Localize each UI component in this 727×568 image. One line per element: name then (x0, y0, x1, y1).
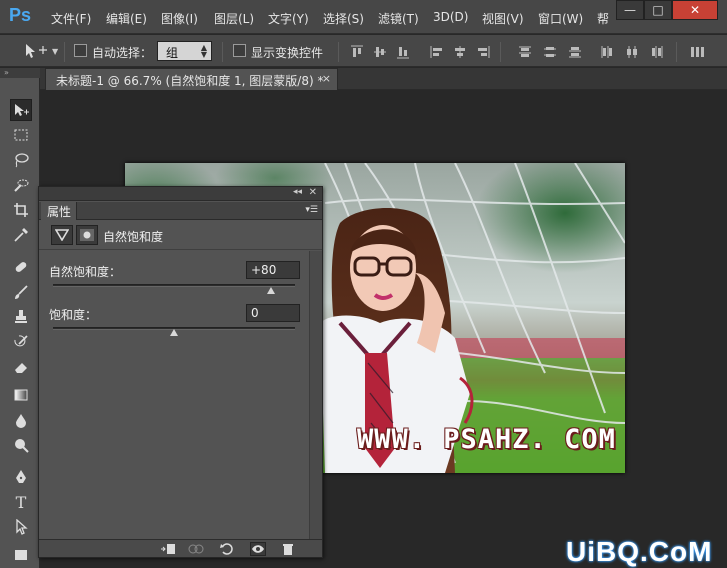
panel-footer (39, 539, 322, 557)
crop-tool-icon[interactable] (10, 199, 32, 221)
tab-properties[interactable]: 属性 (41, 202, 77, 220)
menu-select[interactable]: 选择(S) (323, 10, 364, 27)
adjustment-title: 自然饱和度 (103, 230, 164, 244)
align-bottom-icon[interactable] (396, 45, 410, 59)
vibrance-input[interactable]: +80 (246, 261, 300, 279)
auto-select-dropdown[interactable]: 组 ▲ ▼ (157, 41, 212, 61)
align-top-icon[interactable] (350, 45, 364, 59)
distribute-bottom-icon[interactable] (568, 45, 582, 59)
align-hcenter-icon[interactable] (453, 45, 467, 59)
minimize-button[interactable]: — (616, 0, 644, 20)
align-left-icon[interactable] (430, 45, 444, 59)
divider (500, 42, 501, 62)
adjustment-header: 自然饱和度 (39, 220, 322, 250)
divider (64, 42, 65, 62)
pen-tool-icon[interactable] (10, 466, 32, 488)
properties-panel: ◂◂ ✕ 属性 ▾☰ 自然饱和度 自然饱和度： +80 饱和度： 0 (38, 186, 323, 558)
options-bar: ▼ 自动选择： 组 ▲ ▼ 显示变换控件 (0, 35, 727, 67)
tool-preset-chevron-icon[interactable]: ▼ (52, 47, 58, 56)
quick-select-tool-icon[interactable] (10, 174, 32, 196)
eyedropper-tool-icon[interactable] (10, 224, 32, 246)
menu-help[interactable]: 帮 (597, 10, 609, 27)
panel-menu-icon[interactable]: ▾☰ (305, 205, 318, 215)
close-button[interactable]: ✕ (672, 0, 718, 20)
document-tab-title: 未标题-1 @ 66.7% (自然饱和度 1, 图层蒙版/8) * (56, 74, 324, 88)
clip-to-layer-icon[interactable] (160, 542, 176, 556)
vibrance-adjustment-icon (51, 225, 73, 245)
menu-filter[interactable]: 滤镜(T) (378, 10, 419, 27)
move-tool-icon[interactable] (10, 99, 32, 121)
auto-align-icon[interactable] (690, 45, 704, 59)
lasso-tool-icon[interactable] (10, 149, 32, 171)
align-vcenter-icon[interactable] (373, 45, 387, 59)
saturation-label: 饱和度： (49, 308, 98, 322)
menu-type[interactable]: 文字(Y) (268, 10, 309, 27)
align-right-icon[interactable] (476, 45, 490, 59)
move-tool-icon[interactable] (22, 41, 52, 61)
show-transform-checkbox[interactable] (233, 44, 246, 57)
menu-file[interactable]: 文件(F) (51, 10, 91, 27)
layer-mask-icon[interactable] (76, 225, 98, 245)
marquee-tool-icon[interactable] (10, 124, 32, 146)
app-logo: Ps (9, 5, 32, 25)
history-brush-tool-icon[interactable] (10, 331, 32, 353)
collapse-panel-icon[interactable]: ◂◂ (293, 187, 302, 197)
view-previous-state-icon[interactable] (188, 542, 204, 556)
panel-tab-row: 属性 ▾☰ (39, 202, 322, 220)
auto-select-checkbox[interactable] (74, 44, 87, 57)
vibrance-slider[interactable] (53, 284, 295, 287)
menu-bar: Ps 文件(F) 编辑(E) 图像(I) 图层(L) 文字(Y) 选择(S) 滤… (0, 0, 727, 34)
distribute-vcenter-icon[interactable] (543, 45, 557, 59)
auto-select-value: 组 (166, 46, 179, 60)
panel-scrollbar[interactable] (309, 251, 322, 539)
vibrance-slider-thumb[interactable] (266, 287, 275, 294)
saturation-slider-thumb[interactable] (170, 329, 178, 336)
distribute-top-icon[interactable] (518, 45, 532, 59)
type-tool-icon[interactable]: T (10, 491, 32, 513)
distribute-left-icon[interactable] (600, 45, 614, 59)
document-tab-strip: 未标题-1 @ 66.7% (自然饱和度 1, 图层蒙版/8) * × (0, 68, 727, 90)
eraser-tool-icon[interactable] (10, 356, 32, 378)
document-tab[interactable]: 未标题-1 @ 66.7% (自然饱和度 1, 图层蒙版/8) * × (45, 68, 338, 90)
reset-adjustment-icon[interactable] (219, 542, 235, 556)
divider (222, 42, 223, 62)
dodge-tool-icon[interactable] (10, 434, 32, 456)
menu-edit[interactable]: 编辑(E) (106, 10, 147, 27)
gradient-tool-icon[interactable] (10, 384, 32, 406)
distribute-right-icon[interactable] (650, 45, 664, 59)
close-panel-icon[interactable]: ✕ (309, 187, 317, 198)
toolbox: » T (0, 68, 40, 568)
delete-adjustment-icon[interactable] (280, 542, 296, 556)
canvas-watermark: WWW. PSAHZ. COM (357, 424, 616, 455)
menu-window[interactable]: 窗口(W) (538, 10, 583, 27)
distribute-hcenter-icon[interactable] (625, 45, 639, 59)
divider (676, 42, 677, 62)
healing-brush-tool-icon[interactable] (10, 256, 32, 278)
divider (338, 42, 339, 62)
maximize-button[interactable]: □ (644, 0, 672, 20)
close-tab-icon[interactable]: × (322, 72, 331, 85)
site-watermark-logo: UiBQ.CoM (566, 536, 713, 567)
toolbox-expand-icon[interactable]: » (0, 68, 40, 78)
auto-select-label: 自动选择： (92, 46, 153, 60)
saturation-input[interactable]: 0 (246, 304, 300, 322)
path-selection-tool-icon[interactable] (10, 516, 32, 538)
menu-3d[interactable]: 3D(D) (433, 10, 468, 24)
clone-stamp-tool-icon[interactable] (10, 306, 32, 328)
rectangle-tool-icon[interactable] (10, 544, 32, 566)
updown-arrows-icon: ▲ ▼ (200, 43, 207, 59)
panel-titlebar[interactable]: ◂◂ ✕ (39, 187, 322, 201)
show-transform-label: 显示变换控件 (251, 46, 324, 60)
brush-tool-icon[interactable] (10, 281, 32, 303)
menu-layer[interactable]: 图层(L) (214, 10, 254, 27)
blur-tool-icon[interactable] (10, 409, 32, 431)
toggle-visibility-icon[interactable] (250, 542, 266, 556)
vibrance-label: 自然饱和度： (49, 265, 122, 279)
menu-image[interactable]: 图像(I) (161, 10, 198, 27)
menu-view[interactable]: 视图(V) (482, 10, 524, 27)
